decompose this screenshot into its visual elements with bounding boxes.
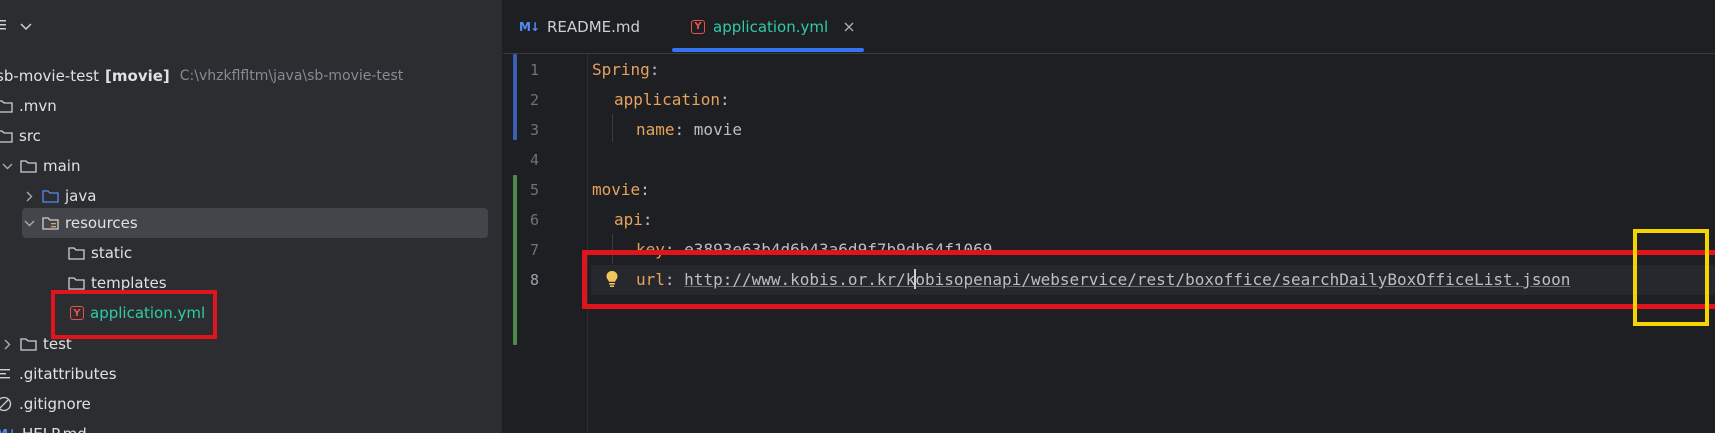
active-tab-indicator [672, 48, 864, 52]
text-file-icon [0, 367, 13, 381]
line-number: 1 [529, 61, 539, 79]
line-number: 4 [529, 151, 539, 169]
tree-item-help-md[interactable]: M↓ HELP.md [0, 419, 488, 433]
tree-item-label: java [65, 187, 97, 205]
code-line-8[interactable]: url: http://www.kobis.or.kr/kobisopenapi… [591, 265, 1715, 295]
tree-root[interactable]: sb-movie-test [movie] C:\vhzkflfltm\java… [0, 61, 488, 91]
code-line-6[interactable]: api: [591, 205, 1715, 235]
tree-item-src[interactable]: src [0, 121, 488, 151]
menu-icon[interactable] [0, 19, 10, 35]
source-folder-icon [42, 189, 59, 203]
editor-tab-bar: M↓ README.md Y application.yml [503, 0, 1715, 54]
tab-application-yml[interactable]: Y application.yml [691, 0, 854, 53]
project-toolbar [0, 12, 32, 42]
chevron-down-icon[interactable] [0, 163, 14, 170]
code-line-3[interactable]: name: movie [591, 115, 1715, 145]
tab-readme[interactable]: M↓ README.md [519, 0, 640, 53]
tab-label: README.md [547, 17, 641, 36]
yaml-icon: Y [691, 19, 705, 34]
resources-folder-icon [42, 216, 59, 230]
folder-icon [0, 99, 13, 113]
code-line-5[interactable]: movie: [591, 175, 1715, 205]
yaml-icon: Y [70, 306, 84, 320]
project-path: C:\vhzkflfltm\java\sb-movie-test [179, 68, 404, 84]
chevron-down-icon[interactable] [22, 220, 36, 227]
tree-item-resources[interactable]: resources [22, 208, 488, 238]
line-gutter: 1 2 3 4 5 6 7 8 [503, 54, 588, 433]
tree-item-label: .mvn [19, 97, 57, 115]
markdown-icon: M↓ [519, 19, 540, 34]
tree-item-label: .gitattributes [19, 365, 117, 383]
tree-item-java[interactable]: java [22, 181, 488, 211]
tree-item-label: resources [65, 214, 138, 232]
tree-item-label: HELP.md [22, 425, 87, 433]
markdown-icon: M↓ [0, 427, 17, 433]
line-number: 8 [529, 271, 539, 289]
chevron-down-icon[interactable] [20, 20, 32, 34]
folder-icon [68, 246, 85, 260]
close-icon[interactable] [844, 18, 854, 36]
line-number: 5 [529, 181, 539, 199]
folder-icon [0, 129, 13, 143]
tree-item-label: application.yml [90, 304, 206, 322]
code-line-4[interactable] [591, 145, 1715, 175]
tree-item-static[interactable]: static [68, 238, 488, 268]
tree-item-label: static [91, 244, 133, 262]
line-number: 3 [529, 121, 539, 139]
project-panel: sb-movie-test [movie] C:\vhzkflfltm\java… [0, 0, 503, 433]
module-name: [movie] [105, 67, 170, 85]
project-name: sb-movie-test [0, 67, 100, 85]
folder-icon [20, 159, 37, 173]
ignore-file-icon [0, 396, 13, 412]
tree-item-label: templates [91, 274, 167, 292]
tree-item-label: .gitignore [19, 395, 91, 413]
folder-icon [20, 337, 37, 351]
tree-item-gitignore[interactable]: .gitignore [0, 389, 488, 419]
tree-item-application-yml[interactable]: Y application.yml [70, 298, 488, 328]
tab-label: application.yml [713, 17, 829, 36]
code-line-1[interactable]: Spring: [591, 55, 1715, 85]
code-line-7[interactable]: key: e3893e63b4d6b43a6d9f7b9db64f1069 [591, 235, 1715, 265]
code-area[interactable]: Spring: application: name: movie movie: … [591, 54, 1715, 433]
folder-icon [68, 276, 85, 290]
line-number: 7 [529, 241, 539, 259]
code-line-2[interactable]: application: [591, 85, 1715, 115]
tree-item-mvn[interactable]: .mvn [0, 91, 488, 121]
tree-item-main[interactable]: main [0, 151, 488, 181]
tree-item-templates[interactable]: templates [68, 268, 488, 298]
line-number: 6 [529, 211, 539, 229]
tree-item-gitattributes[interactable]: .gitattributes [0, 359, 488, 389]
tree-item-label: src [19, 127, 41, 145]
tree-item-label: main [43, 157, 81, 175]
line-number: 2 [529, 91, 539, 109]
tree-item-label: test [43, 335, 72, 353]
code-editor[interactable]: 1 2 3 4 5 6 7 8 Spring: application: nam… [503, 54, 1715, 433]
chevron-right-icon[interactable] [0, 339, 14, 350]
chevron-right-icon[interactable] [22, 191, 36, 202]
tree-item-test[interactable]: test [0, 329, 488, 359]
lightbulb-icon[interactable] [605, 265, 623, 295]
